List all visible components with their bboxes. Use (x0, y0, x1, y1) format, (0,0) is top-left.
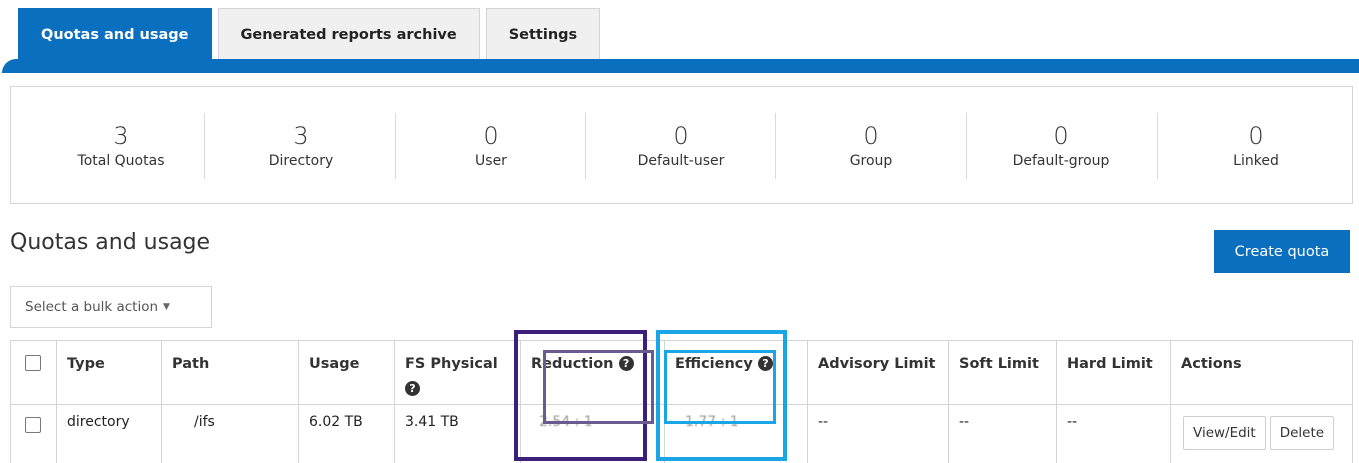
caret-down-icon: ▼ (163, 302, 170, 312)
question-circle-icon[interactable]: ? (757, 356, 773, 371)
summary-default-user: 0 Default-user (591, 87, 771, 205)
cell-efficiency-value: 1.77 : 1 (685, 414, 739, 430)
summary-count: 3 (113, 122, 129, 150)
divider (1157, 113, 1158, 179)
cell-type: directory (57, 404, 162, 463)
header-fs-physical-label: FS Physical (405, 356, 498, 372)
question-circle-icon[interactable]: ? (405, 381, 420, 396)
summary-total-quotas: 3 Total Quotas (31, 87, 211, 205)
summary-count: 0 (1053, 122, 1069, 150)
cell-efficiency: 1.77 : 1 (665, 404, 808, 463)
tab-settings[interactable]: Settings (485, 8, 601, 60)
summary-count: 0 (673, 122, 689, 150)
table-header: Type Path Usage FS Physical ? Reduction … (10, 340, 1353, 405)
summary-user: 0 User (401, 87, 581, 205)
redaction-patch (857, 412, 927, 463)
tab-underline (2, 59, 1359, 73)
delete-button[interactable]: Delete (1269, 416, 1335, 450)
question-circle-icon[interactable]: ? (618, 356, 634, 371)
view-edit-button[interactable]: View/Edit (1183, 416, 1266, 450)
header-advisory-limit[interactable]: Advisory Limit (808, 341, 949, 404)
header-path[interactable]: Path (162, 341, 299, 404)
header-reduction[interactable]: Reduction ? (521, 341, 665, 404)
summary-count: 0 (483, 122, 499, 150)
summary-label: User (475, 153, 507, 169)
summary-label: Total Quotas (77, 153, 165, 169)
row-select (11, 404, 57, 463)
row-checkbox[interactable] (25, 417, 41, 433)
header-fs-physical[interactable]: FS Physical ? (395, 341, 521, 404)
table-row: directory /ifs 6.02 TB 3.41 TB 2.54 : 1 … (10, 404, 1353, 463)
summary-group: 0 Group (781, 87, 961, 205)
tab-quotas-and-usage[interactable]: Quotas and usage (18, 8, 212, 60)
cell-hard-limit: -- (1057, 404, 1171, 463)
header-hard-limit[interactable]: Hard Limit (1057, 341, 1171, 404)
bulk-action-label: Select a bulk action (25, 299, 159, 315)
summary-count: 0 (863, 122, 879, 150)
summary-label: Default-user (637, 153, 725, 169)
divider (585, 113, 586, 179)
cell-fs-physical: 3.41 TB (395, 404, 521, 463)
summary-count: 0 (1248, 122, 1264, 150)
header-soft-limit[interactable]: Soft Limit (949, 341, 1057, 404)
select-all-checkbox[interactable] (25, 355, 41, 371)
bulk-action-dropdown[interactable]: Select a bulk action ▼ (10, 286, 212, 328)
cell-soft-limit: -- (949, 404, 1057, 463)
divider (966, 113, 967, 179)
header-type[interactable]: Type (57, 341, 162, 404)
summary-count: 3 (293, 122, 309, 150)
cell-actions: View/Edit Delete (1171, 404, 1354, 463)
header-actions: Actions (1181, 356, 1242, 372)
summary-directory: 3 Directory (211, 87, 391, 205)
header-usage[interactable]: Usage (299, 341, 395, 404)
section-title: Quotas and usage (10, 230, 211, 255)
summary-label: Group (849, 153, 893, 169)
create-quota-button[interactable]: Create quota (1214, 230, 1350, 273)
summary-label: Linked (1233, 153, 1279, 169)
cell-reduction: 2.54 : 1 (521, 404, 665, 463)
cell-reduction-value: 2.54 : 1 (539, 414, 593, 430)
summary-label: Directory (268, 153, 334, 169)
quota-summary-card: 3 Total Quotas 3 Directory 0 User 0 Defa… (10, 86, 1353, 204)
header-efficiency[interactable]: Efficiency ? (665, 341, 808, 404)
divider (775, 113, 776, 179)
tab-bar: Quotas and usage Generated reports archi… (18, 8, 601, 60)
header-reduction-label: Reduction (531, 356, 614, 372)
summary-default-group: 0 Default-group (971, 87, 1151, 205)
tab-generated-reports-archive[interactable]: Generated reports archive (217, 8, 480, 60)
header-efficiency-label: Efficiency (675, 356, 753, 372)
header-select-all (11, 341, 57, 404)
divider (204, 113, 205, 179)
cell-path[interactable]: /ifs (162, 404, 299, 463)
summary-linked: 0 Linked (1166, 87, 1346, 205)
cell-usage: 6.02 TB (299, 404, 395, 463)
summary-label: Default-group (1012, 153, 1110, 169)
divider (395, 113, 396, 179)
